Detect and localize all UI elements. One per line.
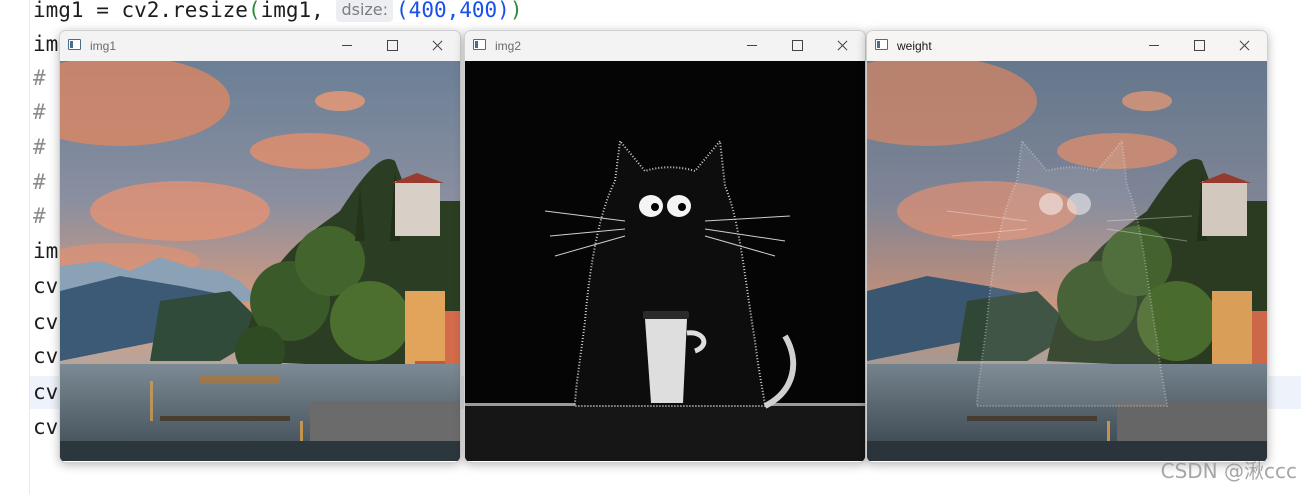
code-line-1[interactable]: img1 = cv2.resize(img1, dsize: (400,400)) [33, 0, 522, 27]
weight-titlebar[interactable]: weight [867, 31, 1267, 61]
close-button[interactable] [415, 31, 460, 61]
code-line-5[interactable]: # [33, 130, 46, 164]
code-line-6[interactable]: # [33, 165, 46, 199]
code-line-2[interactable]: im [33, 27, 58, 61]
minimize-button[interactable] [325, 31, 370, 61]
img1-image [60, 61, 460, 461]
code-line-12[interactable]: cv [33, 375, 58, 409]
img2-titlebar[interactable]: img2 [465, 31, 865, 61]
app-window-icon [473, 39, 486, 50]
img2-image [465, 61, 865, 461]
window-title: weight [897, 39, 932, 53]
editor-gutter [29, 0, 30, 494]
watermark: CSDN @湫ccc [1160, 459, 1297, 483]
app-window-icon [875, 39, 888, 50]
maximize-button[interactable] [370, 31, 415, 61]
weight-image [867, 61, 1267, 461]
close-button[interactable] [1222, 31, 1267, 61]
window-title: img1 [90, 39, 117, 53]
code-line-9[interactable]: cv [33, 269, 58, 303]
code-line-8[interactable]: im [33, 234, 58, 268]
app-window-icon [68, 39, 81, 50]
minimize-button[interactable] [730, 31, 775, 61]
code-line-10[interactable]: cv [33, 305, 58, 339]
code-line-3[interactable]: # [33, 61, 46, 95]
code-line-13[interactable]: cv [33, 410, 58, 444]
weight-window[interactable]: weight [866, 30, 1268, 463]
code-line-11[interactable]: cv [33, 339, 58, 373]
code-line-4[interactable]: # [33, 95, 46, 129]
close-button[interactable] [820, 31, 865, 61]
minimize-button[interactable] [1132, 31, 1177, 61]
maximize-button[interactable] [1177, 31, 1222, 61]
maximize-button[interactable] [775, 31, 820, 61]
code-line-7[interactable]: # [33, 199, 46, 233]
window-title: img2 [495, 39, 522, 53]
img2-window[interactable]: img2 [464, 30, 866, 463]
img1-window[interactable]: img1 [59, 30, 461, 463]
parameter-hint: dsize: [336, 0, 394, 22]
img1-titlebar[interactable]: img1 [60, 31, 460, 61]
